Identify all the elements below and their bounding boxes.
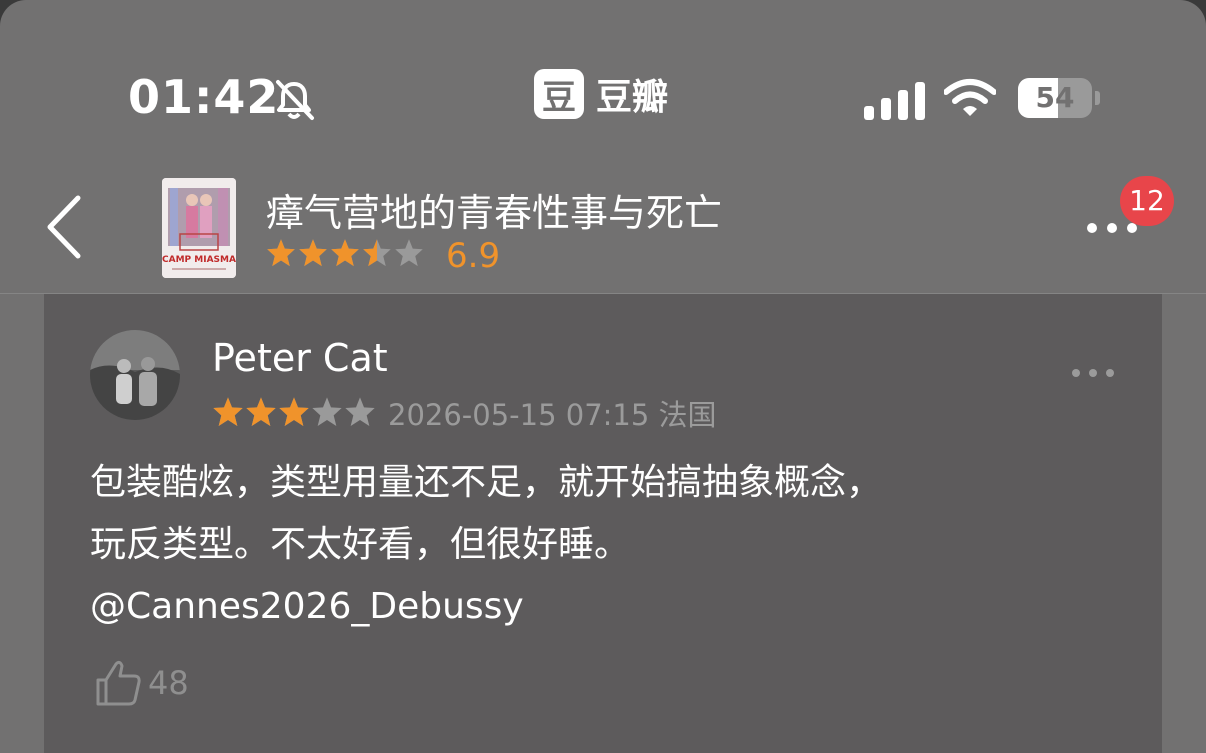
like-button[interactable]: 48 (94, 658, 189, 708)
movie-star-rating (266, 238, 424, 268)
review-line: 包装酷炫，类型用量还不足，就开始搞抽象概念， (90, 462, 883, 503)
star-filled-icon (246, 397, 276, 426)
review-more-button[interactable] (1070, 366, 1116, 380)
star-empty-icon (395, 239, 423, 267)
star-empty-icon (312, 397, 342, 426)
status-time: 01:42 (128, 70, 280, 124)
cellular-signal-icon (864, 82, 925, 120)
review-line: 玩反类型。不太好看，但很好睡。 (90, 524, 631, 565)
review-star-rating (212, 396, 376, 428)
battery-indicator: 54 (1018, 78, 1102, 118)
app-name: 豆瓣 (596, 77, 669, 118)
movie-title[interactable]: 瘴气营地的青春性事与死亡 (266, 182, 722, 237)
app-logo: 豆 豆瓣 (534, 68, 668, 120)
movie-poster[interactable]: CAMP MIASMA (162, 178, 236, 278)
review-body: 包装酷炫，类型用量还不足，就开始搞抽象概念， 玩反类型。不太好看，但很好睡。 @… (90, 452, 1100, 638)
phone-screen: 01:42 豆 豆瓣 54 CAMP MIASMA 瘴气营地的青春性事与死亡 6… (0, 0, 1206, 753)
star-filled-icon (267, 239, 295, 267)
review-datetime: 2026-05-15 07:15 (388, 398, 650, 432)
review-mention[interactable]: @Cannes2026_Debussy (90, 576, 1100, 638)
review-card: Peter Cat 2026-05-15 07:15 法国 包装酷炫，类型用量还… (44, 294, 1162, 753)
star-filled-icon (299, 239, 327, 267)
poster-image: CAMP MIASMA (162, 178, 236, 278)
review-location: 法国 (658, 398, 717, 432)
notification-badge[interactable]: 12 (1120, 176, 1174, 226)
star-filled-icon (331, 239, 359, 267)
thumbs-up-icon (96, 660, 141, 706)
review-meta: 2026-05-15 07:15 法国 (388, 392, 717, 434)
douban-logo-icon: 豆 (534, 69, 584, 119)
star-empty-icon (345, 397, 375, 426)
poster-title-text: CAMP MIASMA (162, 255, 236, 265)
back-button[interactable] (42, 194, 86, 260)
star-filled-icon (213, 397, 243, 426)
user-avatar[interactable] (90, 330, 180, 420)
like-count: 48 (148, 664, 189, 702)
star-half-icon (363, 239, 391, 267)
wifi-icon (944, 79, 996, 116)
reviewer-name[interactable]: Peter Cat (212, 336, 388, 380)
avatar-image (90, 330, 180, 420)
movie-rating-score: 6.9 (446, 236, 501, 276)
battery-percent: 54 (1035, 81, 1075, 114)
star-filled-icon (279, 397, 309, 426)
bell-muted-icon (276, 80, 314, 120)
